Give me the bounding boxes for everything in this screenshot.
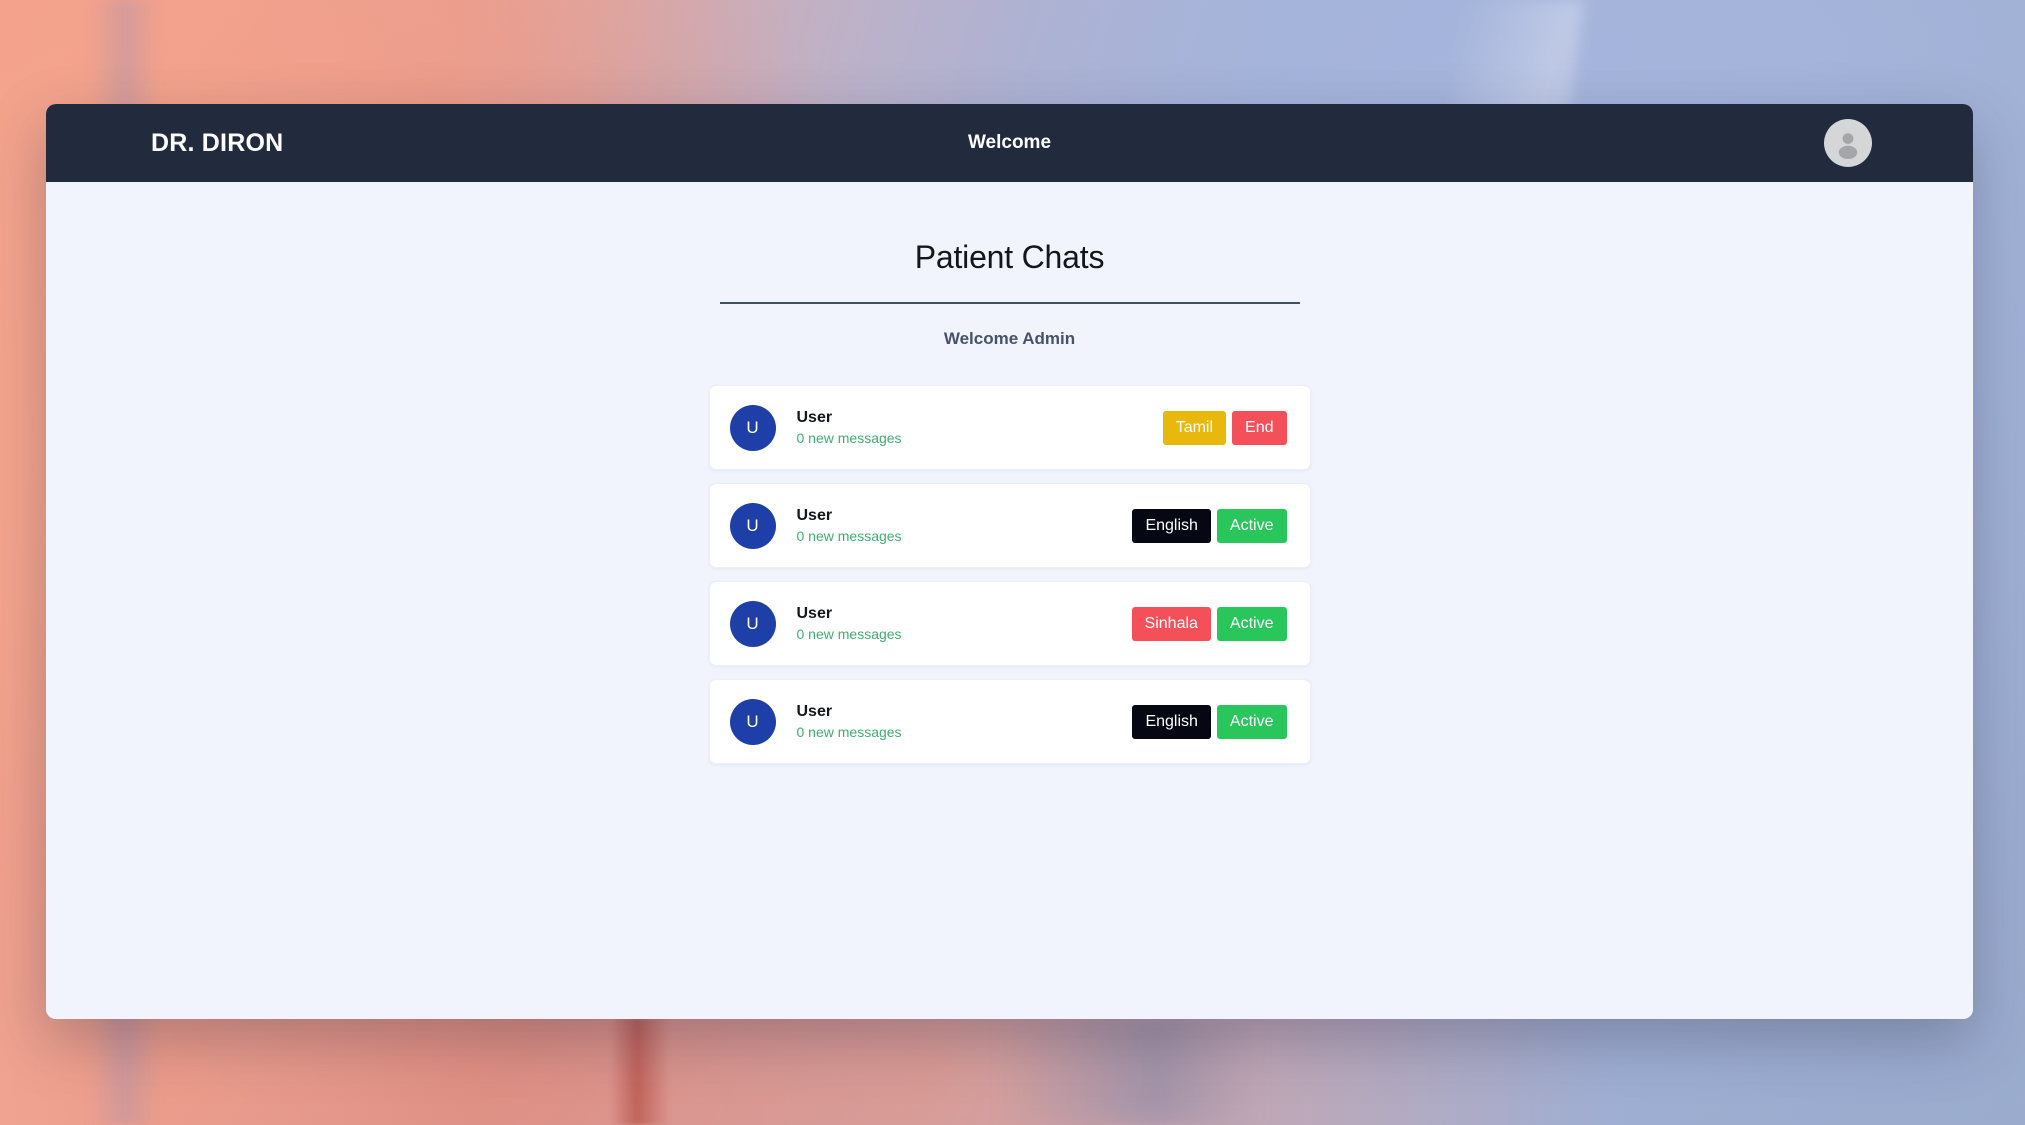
title-divider	[719, 302, 1300, 304]
chat-list-item-2[interactable]: U User 0 new messages Sinhala Active	[708, 581, 1311, 666]
chat-list-item-0[interactable]: U User 0 new messages Tamil End	[708, 385, 1311, 470]
main-content: Patient Chats Welcome Admin U User 0 new…	[46, 182, 1973, 1019]
chat-info: User 0 new messages	[797, 703, 902, 741]
brand-logo[interactable]: DR. DIRON	[151, 129, 283, 158]
wallpaper-streak	[1000, 1018, 1260, 1125]
welcome-row: Welcome Admin	[720, 329, 1300, 349]
page-title: Patient Chats	[914, 239, 1105, 275]
chat-info: User 0 new messages	[797, 409, 902, 447]
chat-avatar: U	[729, 404, 776, 451]
chat-user-name: User	[796, 408, 833, 426]
chat-user-name: User	[796, 702, 833, 720]
chat-badges: English Active	[1132, 508, 1287, 543]
navbar-title: Welcome	[967, 132, 1052, 153]
chat-message-count: 0 new messages	[796, 724, 902, 741]
status-badge[interactable]: Active	[1216, 704, 1287, 739]
wallpaper-streak	[610, 1018, 670, 1125]
patient-chat-list: U User 0 new messages Tamil End U User 0…	[708, 385, 1311, 764]
page-header: Patient Chats	[720, 239, 1300, 276]
chat-badges: English Active	[1132, 704, 1287, 739]
desktop-wallpaper: DR. DIRON Welcome Patient Chats Welcome …	[0, 0, 2025, 1125]
chat-info: User 0 new messages	[797, 507, 902, 545]
language-badge[interactable]: English	[1132, 508, 1211, 543]
language-badge[interactable]: English	[1132, 704, 1211, 739]
chat-badges: Tamil End	[1162, 410, 1287, 445]
language-badge[interactable]: Sinhala	[1131, 606, 1211, 641]
chat-info: User 0 new messages	[797, 605, 902, 643]
status-badge[interactable]: End	[1232, 410, 1287, 445]
chat-list-item-3[interactable]: U User 0 new messages English Active	[708, 679, 1311, 764]
chat-user-name: User	[796, 506, 833, 524]
top-navbar: DR. DIRON Welcome	[46, 104, 1973, 182]
chat-list-item-1[interactable]: U User 0 new messages English Active	[708, 483, 1311, 568]
chat-avatar: U	[729, 502, 776, 549]
status-badge[interactable]: Active	[1216, 606, 1287, 641]
status-badge[interactable]: Active	[1216, 508, 1287, 543]
chat-user-name: User	[796, 604, 833, 622]
chat-message-count: 0 new messages	[796, 430, 902, 447]
chat-message-count: 0 new messages	[796, 528, 902, 545]
chat-avatar: U	[729, 698, 776, 745]
welcome-admin-label: Welcome Admin	[943, 329, 1076, 348]
browser-window: DR. DIRON Welcome Patient Chats Welcome …	[46, 104, 1973, 1019]
chat-badges: Sinhala Active	[1131, 606, 1287, 641]
language-badge[interactable]: Tamil	[1162, 410, 1227, 445]
user-avatar-icon[interactable]	[1824, 119, 1872, 167]
chat-message-count: 0 new messages	[796, 626, 902, 643]
chat-avatar: U	[729, 600, 776, 647]
